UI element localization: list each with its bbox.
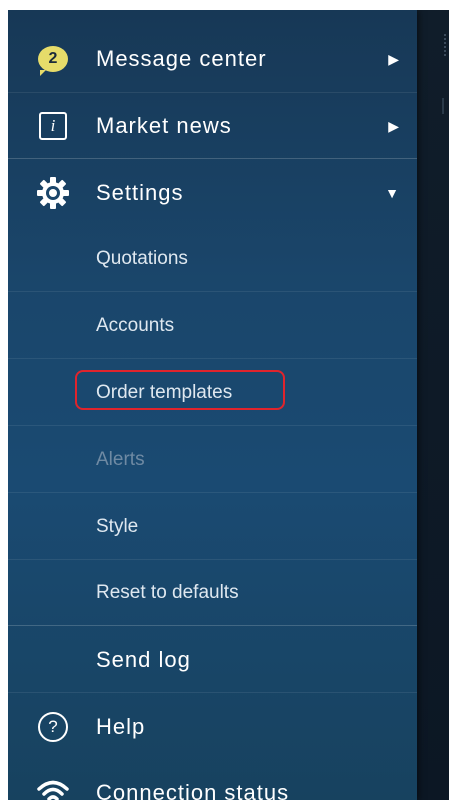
menu-item-label: Message center [96, 46, 267, 71]
caret-down-icon: ▼ [385, 185, 399, 201]
chevron-right-icon: ▶ [388, 117, 399, 134]
app-screen: 2 Message center ▶ i Market news ▶ Setti… [8, 10, 449, 800]
menu-item-connection-status[interactable]: Connection status [8, 760, 417, 800]
divider [8, 492, 417, 493]
chevron-right-icon: ▶ [388, 50, 399, 67]
menu-item-settings[interactable]: Settings ▼ [8, 160, 417, 226]
navigation-drawer: 2 Message center ▶ i Market news ▶ Setti… [8, 10, 417, 800]
menu-item-message-center[interactable]: 2 Message center ▶ [8, 26, 417, 92]
menu-item-help[interactable]: ? Help [8, 694, 417, 760]
menu-item-label: Help [96, 714, 146, 739]
background-glyph [442, 98, 449, 114]
divider [8, 358, 417, 359]
divider [8, 158, 417, 159]
divider [8, 291, 417, 292]
menu-item-send-log[interactable]: Send log [8, 627, 417, 693]
menu-item-label: Send log [96, 647, 191, 672]
submenu-item-style[interactable]: Style [8, 494, 417, 560]
speech-bubble-badge-icon: 2 [36, 42, 70, 76]
divider [8, 425, 417, 426]
message-count-badge: 2 [38, 46, 68, 76]
overflow-menu-icon [444, 34, 449, 56]
info-icon: i [36, 109, 70, 143]
wifi-icon [36, 776, 70, 800]
menu-item-label: Settings [96, 180, 184, 205]
submenu-item-reset-to-defaults[interactable]: Reset to defaults [8, 560, 417, 626]
content-behind-drawer[interactable] [417, 10, 449, 800]
submenu-item-quotations[interactable]: Quotations [8, 226, 417, 292]
divider [8, 625, 417, 626]
highlight-outline [75, 370, 285, 410]
submenu-item-alerts: Alerts [96, 449, 145, 470]
submenu-item-accounts[interactable]: Accounts [8, 293, 417, 359]
menu-item-market-news[interactable]: i Market news ▶ [8, 93, 417, 159]
gear-icon [36, 176, 70, 210]
menu-item-label: Connection status [96, 780, 290, 800]
divider [8, 692, 417, 693]
help-icon: ? [36, 710, 70, 744]
menu-item-label: Market news [96, 113, 232, 138]
